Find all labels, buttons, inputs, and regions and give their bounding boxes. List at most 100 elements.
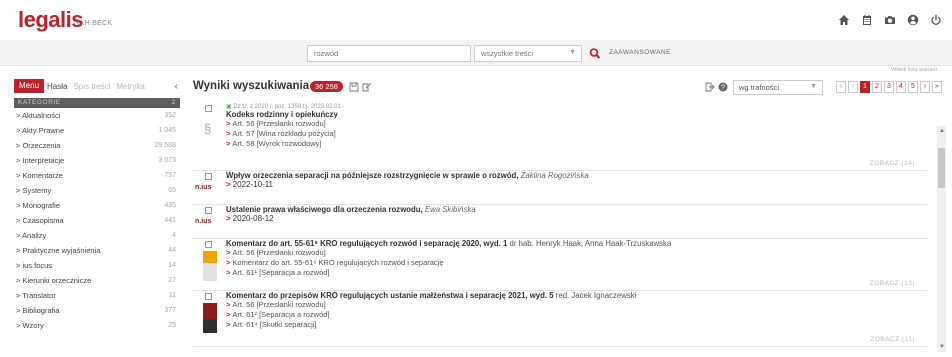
see-more-link[interactable]: ZOBACZ (11): [870, 336, 915, 343]
sidebar-item-count: 65: [168, 187, 176, 194]
edit-icon[interactable]: [362, 82, 372, 92]
sidebar-item[interactable]: > Kierunki orzecznicze 27: [14, 273, 180, 288]
result-title[interactable]: Wpływ orzeczenia separacji na późniejsze…: [226, 171, 886, 180]
result-link[interactable]: > Komentarz do art. 55-61⁶ KRO regulujący…: [226, 258, 886, 268]
sidebar-item[interactable]: > Wzory 25: [14, 318, 180, 333]
result-checkbox[interactable]: [205, 105, 212, 112]
sidebar-item[interactable]: > Interpretacje 3 073: [14, 153, 180, 168]
camera-icon[interactable]: [884, 14, 896, 26]
sidebar-item[interactable]: > ius.focus 14: [14, 258, 180, 273]
sidebar-item-label: > Analizy: [16, 231, 47, 240]
sidebar-item-count: 14: [168, 262, 176, 269]
sidebar-item-count: 4: [172, 232, 176, 239]
tab-metryka[interactable]: Metryka: [113, 80, 147, 93]
page-button[interactable]: «: [836, 81, 846, 93]
export-icon[interactable]: [705, 82, 715, 92]
page-button[interactable]: 1: [860, 81, 870, 93]
result-checkbox[interactable]: [205, 293, 212, 300]
result-link-text: Art. 61¹ [Separacja a rozwód]: [232, 268, 330, 277]
result-link-text: Art. 57 [Wina rozkładu pożycia]: [232, 129, 336, 138]
scrollbar[interactable]: ▲ ▼: [937, 126, 946, 352]
page-button[interactable]: 3: [884, 81, 894, 93]
sidebar-item[interactable]: > Komentarze 757: [14, 168, 180, 183]
result-link[interactable]: > Art. 61¹ [Separacja a rozwód]: [226, 268, 886, 278]
sidebar-item[interactable]: > Czasopisma 441: [14, 213, 180, 228]
pagination: «‹ 1 2 3 4 5 ›»: [836, 81, 942, 93]
book-cover-icon: [203, 251, 217, 281]
see-more-link[interactable]: ZOBACZ (24): [870, 160, 915, 167]
sidebar-item[interactable]: > Bibliografia 377: [14, 303, 180, 318]
result-link[interactable]: > Art. 58 [Wyrok rozwodowy]: [226, 139, 886, 149]
page-button[interactable]: 4: [896, 81, 906, 93]
search-scope-select[interactable]: wszystkie treści ▼: [474, 45, 582, 62]
search-button[interactable]: [587, 45, 603, 62]
result-link[interactable]: > Art. 61⁴ [Skutki separacji]: [226, 320, 886, 330]
sidebar-item[interactable]: > Akty Prawne 1 045: [14, 123, 180, 138]
result-title[interactable]: Kodeks rodzinny i opiekuńczy: [226, 110, 886, 119]
collapse-sidebar-icon[interactable]: ‹: [175, 81, 180, 92]
sidebar-item-label: > Czasopisma: [16, 216, 64, 225]
sort-value: wg trafności: [739, 83, 780, 92]
page-button[interactable]: ‹: [848, 81, 858, 93]
nius-badge: n.ius: [195, 184, 212, 191]
page-button[interactable]: ›: [920, 81, 930, 93]
result-title[interactable]: Ustalenie prawa właściwego dla orzeczeni…: [226, 205, 886, 214]
scroll-up-icon[interactable]: ▲: [939, 128, 945, 134]
result-checkbox[interactable]: [205, 207, 212, 214]
result-link[interactable]: > Art. 56 [Przesłanki rozwodu]: [226, 300, 886, 310]
page-button[interactable]: 2: [872, 81, 882, 93]
tab-menu[interactable]: Menu: [14, 79, 45, 93]
sidebar-item[interactable]: > Monografie 435: [14, 198, 180, 213]
result-date-text: 2020-08-12: [232, 214, 274, 223]
categories-label: KATEGORIE: [18, 99, 61, 106]
result-title-text: Kodeks rodzinny i opiekuńczy: [226, 110, 338, 119]
chevron-right-icon: >: [226, 310, 231, 319]
result-title[interactable]: Komentarz do przepisów KRO regulujących …: [226, 291, 886, 300]
categories-count: 2: [171, 99, 176, 106]
sidebar-item-count: 44: [168, 247, 176, 254]
sidebar-item-label: > Monografie: [16, 201, 60, 210]
result-link-text: Art. 61² [Separacja a rozwód]: [232, 310, 330, 319]
chevron-right-icon: >: [226, 214, 231, 223]
result-title-text: Wpływ orzeczenia separacji na późniejsze…: [226, 171, 519, 180]
sidebar-item[interactable]: > Analizy 4: [14, 228, 180, 243]
result-link[interactable]: > Art. 56 [Przesłanki rozwodu]: [226, 119, 886, 129]
result-link[interactable]: > Art. 56 [Przesłanki rozwodu]: [226, 248, 886, 258]
categories-header: KATEGORIE 2: [14, 98, 180, 108]
tab-hasla[interactable]: Hasła: [44, 80, 70, 93]
result-checkbox[interactable]: [205, 173, 212, 180]
chevron-right-icon: >: [226, 129, 231, 138]
sidebar-item[interactable]: > Praktyczne wyjaśnienia 44: [14, 243, 180, 258]
sidebar-item[interactable]: > Aktualności 352: [14, 108, 180, 123]
sidebar-item-count: 3 073: [158, 157, 176, 164]
scroll-thumb[interactable]: [938, 148, 945, 188]
see-more-link[interactable]: ZOBACZ (13): [870, 280, 915, 287]
page-button[interactable]: 5: [908, 81, 918, 93]
sort-select[interactable]: wg trafności ▼: [733, 80, 823, 95]
page-button[interactable]: »: [932, 81, 942, 93]
tab-spis-tresci[interactable]: Spis treści: [70, 80, 113, 93]
search-scope-value: wszystkie treści: [481, 49, 534, 58]
legalis-logo[interactable]: legalis: [18, 7, 83, 33]
sidebar-item[interactable]: > Orzeczenia 29 588: [14, 138, 180, 153]
save-icon[interactable]: [349, 82, 359, 92]
sidebar-item[interactable]: > Translator 11: [14, 288, 180, 303]
sidebar-item-count: 27: [168, 277, 176, 284]
result-link[interactable]: > Art. 57 [Wina rozkładu pożycia]: [226, 129, 886, 139]
result-link[interactable]: > Art. 61² [Separacja a rozwód]: [226, 310, 886, 320]
advanced-search-link[interactable]: ZAAWANSOWANE: [609, 49, 671, 56]
calendar-icon[interactable]: [861, 14, 873, 26]
search-input[interactable]: rozwód: [307, 45, 471, 62]
search-icon: [589, 48, 601, 59]
result-checkbox[interactable]: [205, 241, 212, 248]
scroll-down-icon[interactable]: ▼: [939, 344, 945, 350]
result-title[interactable]: Komentarz do art. 55-61⁶ KRO regulującyc…: [226, 239, 886, 248]
search-bar: rozwód wszystkie treści ▼ ZAAWANSOWANE: [0, 40, 952, 66]
sidebar-item-count: 377: [164, 307, 176, 314]
sidebar-item[interactable]: > Systemy 65: [14, 183, 180, 198]
help-icon[interactable]: ?: [718, 82, 728, 92]
home-icon[interactable]: [838, 14, 850, 26]
power-icon[interactable]: [930, 14, 942, 26]
user-icon[interactable]: [907, 14, 919, 26]
result-date-text: 2022-10-11: [232, 180, 273, 189]
